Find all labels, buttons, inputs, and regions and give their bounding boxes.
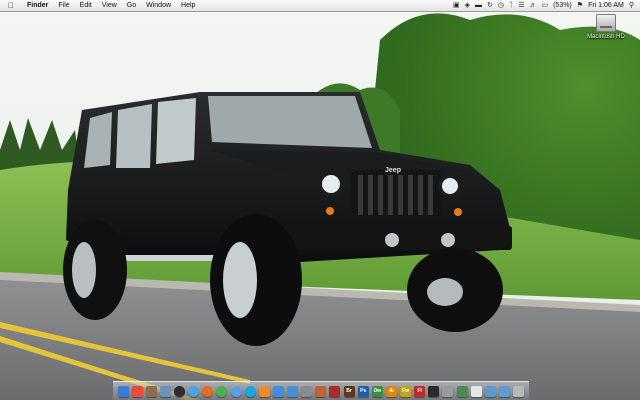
sync-icon[interactable]: ↻ xyxy=(487,0,493,11)
menu-finder[interactable]: Finder xyxy=(22,0,53,11)
dock-item-trash[interactable] xyxy=(513,385,525,397)
dock-item-itunes[interactable] xyxy=(230,385,242,397)
dock-item-finder[interactable] xyxy=(117,385,129,397)
dock-item-address-book[interactable] xyxy=(145,385,157,397)
menu-view[interactable]: View xyxy=(97,0,122,11)
dock-item-photoshop[interactable]: Ps xyxy=(357,385,369,397)
dock-item-dreamweaver[interactable]: Dw xyxy=(371,385,383,397)
drive-icon[interactable]: ▬ xyxy=(475,0,482,11)
dock-item-mail[interactable] xyxy=(159,385,171,397)
jeep-badge: Jeep xyxy=(385,167,401,174)
menu-go[interactable]: Go xyxy=(122,0,141,11)
battery-percent[interactable]: (53%) xyxy=(553,0,572,11)
spotlight-icon[interactable]: ⚲ xyxy=(629,0,634,11)
apple-icon[interactable]:  xyxy=(6,0,16,11)
hard-drive-icon xyxy=(596,14,616,32)
desktop-icon-label: Macintosh HD xyxy=(587,34,625,40)
dock-item-activity-monitor[interactable] xyxy=(456,385,468,397)
dock-item-bridge[interactable]: Br xyxy=(343,385,355,397)
desktop-wallpaper: Jeep xyxy=(0,0,640,400)
menu-bar:  Finder File Edit View Go Window Help ▣… xyxy=(0,0,640,12)
desktop-icon-macintosh-hd[interactable]: Macintosh HD xyxy=(583,14,629,40)
volume-icon[interactable]: ♬ xyxy=(529,0,536,11)
menubar-clock[interactable]: Fri 1:06 AM xyxy=(588,0,624,11)
status-tray: ▣ ◈ ▬ ↻ ◷ ᛏ ☰ ♬ ▭ (53%) ⚑ Fri 1:06 AM ⚲ xyxy=(453,0,640,11)
dock-item-documents-folder[interactable] xyxy=(498,385,510,397)
dock-item-app-store[interactable] xyxy=(287,385,299,397)
battery-icon[interactable]: ▭ xyxy=(541,0,548,11)
dock-item-firefox[interactable] xyxy=(202,385,214,397)
dock-item-photo-booth[interactable] xyxy=(329,385,341,397)
dock: Br Ps Dw Ai Fw Fl xyxy=(113,381,529,400)
dock-item-fireworks[interactable]: Fw xyxy=(400,385,412,397)
menu-window[interactable]: Window xyxy=(141,0,176,11)
dock-item-calendar[interactable] xyxy=(131,385,143,397)
dock-item-flash[interactable]: Fl xyxy=(414,385,426,397)
dock-item-applications-folder[interactable] xyxy=(484,385,496,397)
dock-item-illustrator[interactable]: Ai xyxy=(385,385,397,397)
menu-edit[interactable]: Edit xyxy=(75,0,97,11)
flag-icon[interactable]: ⚑ xyxy=(577,0,583,11)
dock-item-safari[interactable] xyxy=(188,385,200,397)
time-machine-icon[interactable]: ◷ xyxy=(498,0,504,11)
dock-item-system-preferences[interactable] xyxy=(301,385,313,397)
display-icon[interactable]: ▣ xyxy=(453,0,460,11)
menu-help[interactable]: Help xyxy=(176,0,200,11)
wifi-icon[interactable]: ☰ xyxy=(518,0,524,11)
bluetooth-icon[interactable]: ᛏ xyxy=(509,0,513,11)
dock-item-utility[interactable] xyxy=(442,385,454,397)
dock-item-preview[interactable] xyxy=(470,385,482,397)
dock-item-chrome[interactable] xyxy=(216,385,228,397)
dock-item-garageband[interactable] xyxy=(315,385,327,397)
menu-file[interactable]: File xyxy=(53,0,74,11)
dock-item-dashboard[interactable] xyxy=(174,385,186,397)
dock-item-skype[interactable] xyxy=(244,385,256,397)
dock-item-vlc[interactable] xyxy=(258,385,270,397)
dock-item-terminal[interactable] xyxy=(428,385,440,397)
activity-icon[interactable]: ◈ xyxy=(465,0,470,11)
dock-item-itunes-note[interactable] xyxy=(272,385,284,397)
